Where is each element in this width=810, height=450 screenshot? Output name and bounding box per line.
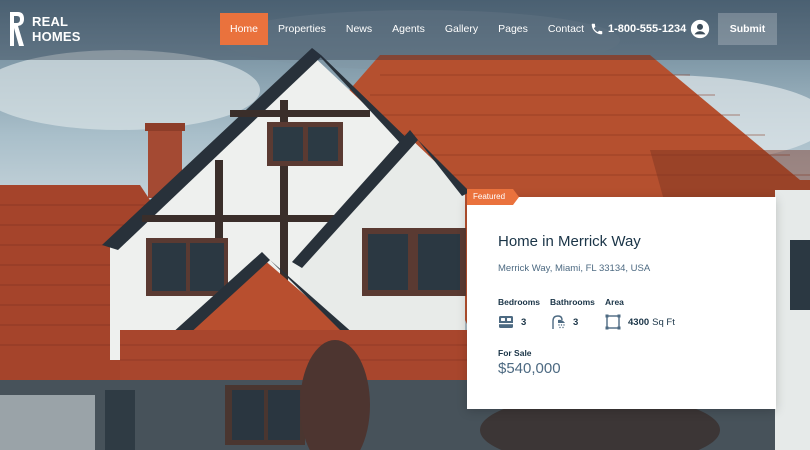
nav-item-pages[interactable]: Pages bbox=[488, 13, 538, 45]
area-label: Area bbox=[605, 297, 624, 307]
logo-text: REAL HOMES bbox=[32, 14, 81, 44]
bathrooms-label: Bathrooms bbox=[550, 297, 595, 307]
area-icon bbox=[605, 314, 621, 330]
phone-icon bbox=[591, 23, 603, 35]
user-circle-icon[interactable] bbox=[690, 19, 710, 39]
property-title[interactable]: Home in Merrick Way bbox=[498, 233, 641, 250]
bathrooms-meta: Bathrooms 3 bbox=[550, 297, 595, 330]
bed-icon bbox=[499, 316, 513, 328]
featured-property-card: Featured Home in Merrick Way Merrick Way… bbox=[467, 189, 776, 409]
bedrooms-value: 3 bbox=[521, 316, 527, 328]
nav-item-agents[interactable]: Agents bbox=[382, 13, 435, 45]
bathrooms-value: 3 bbox=[573, 316, 579, 328]
shower-icon bbox=[552, 315, 565, 329]
bedrooms-label: Bedrooms bbox=[498, 297, 541, 307]
nav-item-home[interactable]: Home bbox=[220, 13, 269, 45]
site-header: REAL HOMES Home Properties News Agents G… bbox=[0, 0, 810, 58]
area-unit: Sq Ft bbox=[652, 316, 675, 328]
logo-mark-icon bbox=[10, 12, 24, 46]
logo-line-1: REAL bbox=[32, 14, 69, 29]
area-meta: Area 4300 Sq Ft bbox=[605, 297, 675, 330]
nav-item-contact[interactable]: Contact bbox=[538, 13, 594, 45]
nav-item-news[interactable]: News bbox=[336, 13, 382, 45]
submit-property-button[interactable]: Submit bbox=[718, 13, 777, 45]
logo-line-2: HOMES bbox=[32, 29, 81, 44]
main-nav: Home Properties News Agents Gallery Page… bbox=[220, 13, 594, 45]
bedrooms-meta: Bedrooms 3 bbox=[498, 297, 540, 330]
phone-link[interactable]: 1-800-555-1234 bbox=[590, 13, 686, 45]
featured-badge: Featured bbox=[467, 189, 520, 205]
site-logo[interactable]: REAL HOMES bbox=[8, 10, 81, 48]
property-status: For Sale bbox=[498, 348, 532, 358]
property-price: $540,000 bbox=[498, 360, 561, 377]
nav-item-gallery[interactable]: Gallery bbox=[435, 13, 488, 45]
area-value: 4300 bbox=[628, 316, 650, 328]
property-address: Merrick Way, Miami, FL 33134, USA bbox=[498, 263, 651, 274]
phone-number: 1-800-555-1234 bbox=[608, 23, 687, 35]
nav-item-properties[interactable]: Properties bbox=[268, 13, 336, 45]
